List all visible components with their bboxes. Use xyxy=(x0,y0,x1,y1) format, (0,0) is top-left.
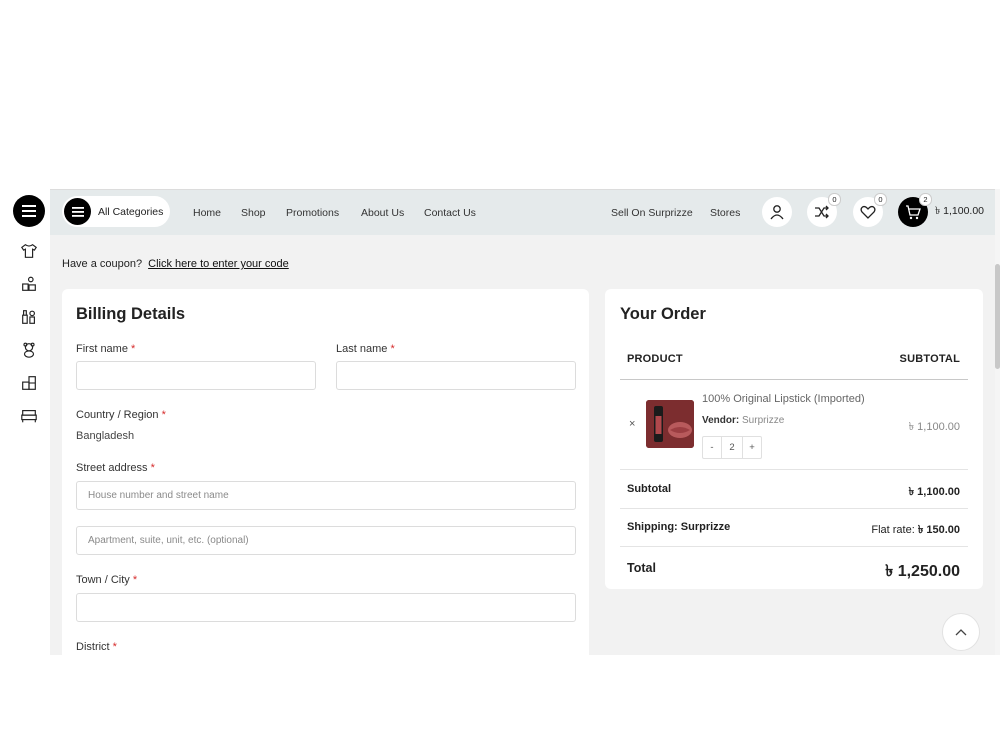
heart-icon xyxy=(860,205,876,219)
quantity-stepper[interactable]: - 2 + xyxy=(702,436,762,459)
billing-title: Billing Details xyxy=(76,305,186,323)
viewport: All Categories Home Shop Promotions Abou… xyxy=(0,189,1000,655)
all-categories-label: All Categories xyxy=(98,205,164,218)
country-value: Bangladesh xyxy=(76,430,135,442)
subtotal-divider xyxy=(620,508,968,509)
user-icon xyxy=(770,205,784,220)
hamburger-icon xyxy=(64,198,91,225)
furniture-icon[interactable] xyxy=(19,373,39,393)
district-label: District * xyxy=(76,641,117,653)
subtotal-value: ৳ 1,100.00 xyxy=(908,486,960,498)
header-divider xyxy=(620,379,968,380)
nav-home[interactable]: Home xyxy=(193,190,221,235)
your-order-card: Your Order PRODUCT SUBTOTAL × 100% Origi… xyxy=(605,289,983,589)
item-price: ৳ 1,100.00 xyxy=(908,421,960,433)
country-label: Country / Region * xyxy=(76,409,166,421)
account-button[interactable] xyxy=(762,197,792,227)
cart-count-badge: 2 xyxy=(919,193,932,206)
top-header: All Categories Home Shop Promotions Abou… xyxy=(50,190,995,235)
bed-icon[interactable] xyxy=(19,406,39,426)
rail-menu-button[interactable] xyxy=(13,195,45,227)
shuffle-icon xyxy=(815,205,829,219)
product-thumbnail xyxy=(646,400,694,448)
col-product: PRODUCT xyxy=(627,353,683,365)
last-name-field[interactable] xyxy=(336,361,576,390)
cart-button[interactable]: 2 xyxy=(898,193,932,227)
total-value: ৳ 1,250.00 xyxy=(885,563,960,580)
order-title: Your Order xyxy=(620,305,706,323)
stores-link[interactable]: Stores xyxy=(710,190,740,235)
apartment-field[interactable]: Apartment, suite, unit, etc. (optional) xyxy=(76,526,576,555)
product-vendor: Vendor: Surprizze xyxy=(702,415,785,426)
wishlist-count-badge: 0 xyxy=(874,193,887,206)
total-label: Total xyxy=(627,561,656,575)
first-name-field[interactable] xyxy=(76,361,316,390)
wishlist-button[interactable]: 0 xyxy=(853,193,887,227)
street-address-label: Street address * xyxy=(76,462,155,474)
coupon-notice: Have a coupon? Click here to enter your c… xyxy=(62,258,289,270)
shipping-label: Shipping: Surprizze xyxy=(627,521,731,533)
category-rail xyxy=(0,189,50,655)
subtotal-label: Subtotal xyxy=(627,483,671,495)
compare-button[interactable]: 0 xyxy=(807,193,841,227)
first-name-label: First name * xyxy=(76,343,136,355)
street-address-field[interactable]: House number and street name xyxy=(76,481,576,510)
coupon-text: Have a coupon? xyxy=(62,258,143,270)
sell-on-link[interactable]: Sell On Surprizze xyxy=(611,190,693,235)
all-categories-button[interactable]: All Categories xyxy=(62,196,170,227)
last-name-label: Last name * xyxy=(336,343,395,355)
toys-icon[interactable] xyxy=(19,274,39,294)
nav-contact-us[interactable]: Contact Us xyxy=(424,190,476,235)
shipping-value: Flat rate: ৳ 150.00 xyxy=(871,524,960,536)
shipping-divider xyxy=(620,546,968,547)
town-city-field[interactable] xyxy=(76,593,576,622)
remove-item-button[interactable]: × xyxy=(629,418,635,430)
qty-decrease-button[interactable]: - xyxy=(703,437,721,458)
cosmetics-icon[interactable] xyxy=(19,307,39,327)
scroll-to-top-button[interactable] xyxy=(942,613,980,651)
nav-promotions[interactable]: Promotions xyxy=(286,190,339,235)
cart-icon xyxy=(906,204,921,219)
col-subtotal: SUBTOTAL xyxy=(899,353,960,365)
nav-about-us[interactable]: About Us xyxy=(361,190,404,235)
scrollbar-thumb[interactable] xyxy=(995,264,1000,369)
item-divider xyxy=(620,469,968,470)
chevron-up-icon xyxy=(955,629,967,636)
billing-details-card: Billing Details First name * Last name *… xyxy=(62,289,589,655)
nav-shop[interactable]: Shop xyxy=(241,190,266,235)
product-name[interactable]: 100% Original Lipstick (Imported) xyxy=(702,393,865,405)
qty-value[interactable]: 2 xyxy=(721,437,743,458)
cart-total[interactable]: ৳ 1,100.00 xyxy=(935,190,984,235)
page-scrollbar[interactable] xyxy=(995,189,1000,655)
coupon-link[interactable]: Click here to enter your code xyxy=(148,258,289,270)
qty-increase-button[interactable]: + xyxy=(743,437,761,458)
town-city-label: Town / City * xyxy=(76,574,138,586)
tshirt-icon[interactable] xyxy=(19,241,39,261)
hamburger-icon xyxy=(22,205,36,217)
checkout-content: Have a coupon? Click here to enter your c… xyxy=(50,235,995,655)
teddy-bear-icon[interactable] xyxy=(19,340,39,360)
compare-count-badge: 0 xyxy=(828,193,841,206)
